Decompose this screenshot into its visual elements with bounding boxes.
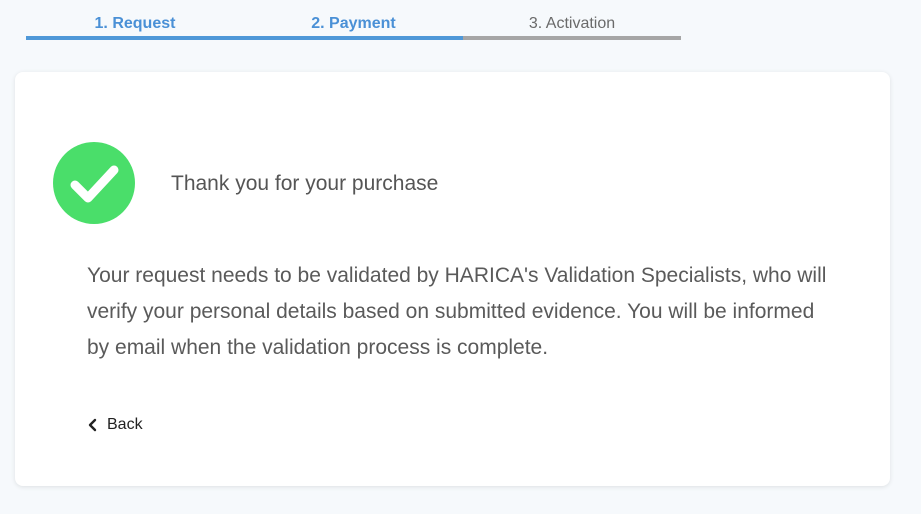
step-request-label: 1. Request xyxy=(94,15,176,32)
step-activation: 3. Activation xyxy=(463,0,681,42)
progress-stepper: 1. Request 2. Payment 3. Activation xyxy=(26,0,681,42)
step-payment: 2. Payment xyxy=(244,0,463,42)
step-payment-bar xyxy=(244,36,463,40)
confirmation-card: Thank you for your purchase Your request… xyxy=(15,72,890,486)
back-link[interactable]: Back xyxy=(87,414,143,436)
step-payment-label: 2. Payment xyxy=(311,15,396,32)
chevron-left-icon xyxy=(88,418,97,432)
step-activation-bar xyxy=(463,36,681,40)
confirmation-heading: Thank you for your purchase xyxy=(171,172,439,195)
check-circle-icon xyxy=(53,142,135,224)
step-request: 1. Request xyxy=(26,0,244,42)
confirmation-message: Your request needs to be validated by HA… xyxy=(87,264,827,359)
step-activation-label: 3. Activation xyxy=(528,15,616,32)
step-request-bar xyxy=(26,36,244,40)
back-label: Back xyxy=(107,416,143,433)
